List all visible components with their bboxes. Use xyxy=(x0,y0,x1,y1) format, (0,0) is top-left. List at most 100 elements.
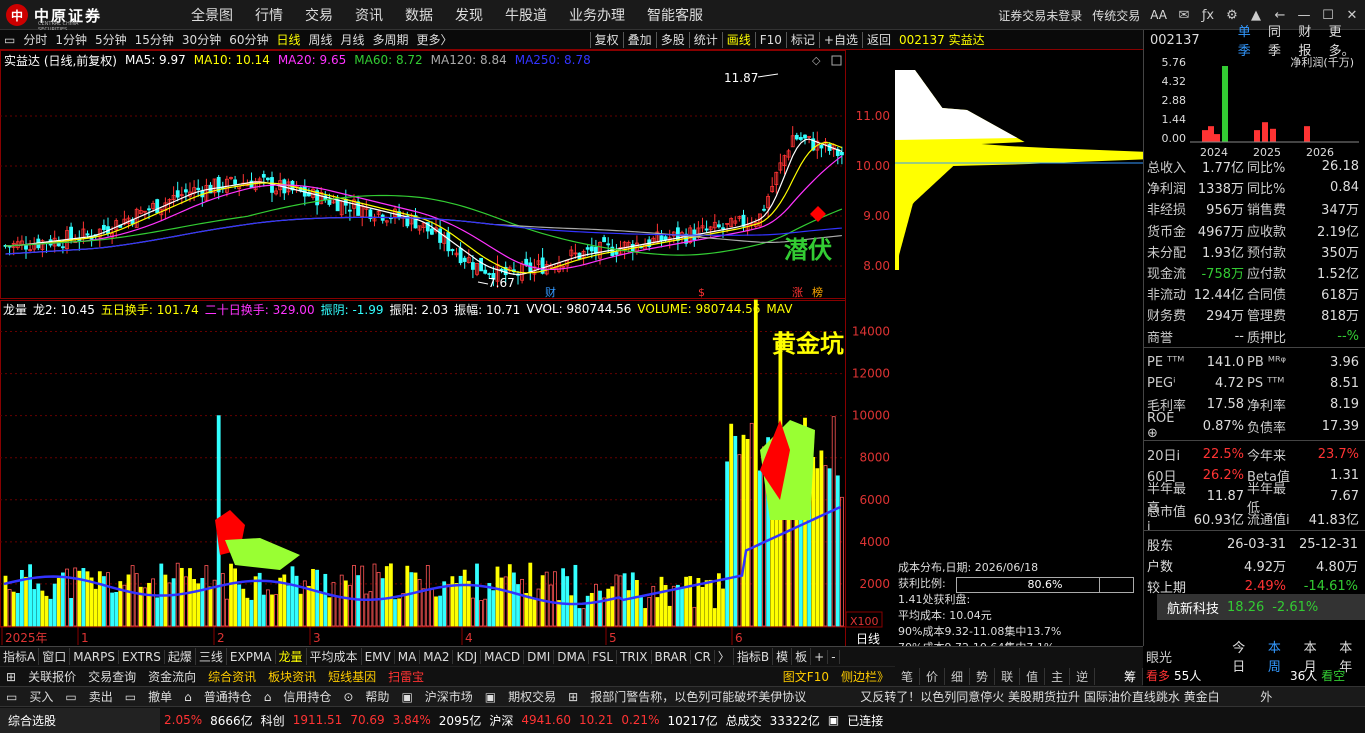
nav-item-3[interactable]: 资讯 xyxy=(344,5,394,25)
skin-icon[interactable]: ▲ xyxy=(1249,8,1263,23)
indicator-tab-2[interactable]: MARPS xyxy=(70,649,119,664)
login-status[interactable]: 证券交易未登录 xyxy=(998,7,1082,24)
indicator-tab-12[interactable]: KDJ xyxy=(453,649,482,664)
tool-2[interactable]: 多股 xyxy=(657,31,689,48)
right-tab-4[interactable]: 联 xyxy=(995,667,1021,685)
period-2[interactable]: 5分钟 xyxy=(91,31,131,48)
trade-item-2[interactable]: 撤单 xyxy=(142,688,178,705)
right-tab-2[interactable]: 细 xyxy=(945,667,971,685)
ticker-icon[interactable]: ⊞ xyxy=(562,690,584,704)
side-tab-0[interactable]: 图文F10 xyxy=(777,668,835,685)
nav-item-4[interactable]: 数据 xyxy=(394,5,444,25)
nav-item-1[interactable]: 行情 xyxy=(244,5,294,25)
trade-mode[interactable]: 传统交易 xyxy=(1092,7,1140,24)
indicator-tab-13[interactable]: MACD xyxy=(481,649,525,664)
indicator-tab-16[interactable]: FSL xyxy=(589,649,618,664)
indicator-tab-9[interactable]: EMV xyxy=(362,649,395,664)
maximize-icon[interactable]: ☐ xyxy=(1321,8,1335,23)
info-tab-0[interactable]: 关联报价 xyxy=(22,668,82,685)
indicator-tab-23[interactable]: 板 xyxy=(792,648,812,665)
tool-1[interactable]: 叠加 xyxy=(624,31,656,48)
indicator-tab-21[interactable]: 指标B xyxy=(734,648,774,665)
close-icon[interactable]: ✕ xyxy=(1345,8,1359,23)
info-tab-3[interactable]: 综合资讯 xyxy=(202,668,262,685)
indicator-tab-20[interactable]: 〉 xyxy=(715,648,734,665)
right-tab-0[interactable]: 笔 xyxy=(895,667,921,685)
period-6[interactable]: 日线 xyxy=(272,31,304,48)
indicator-tab-4[interactable]: 起爆 xyxy=(165,648,196,665)
trade-item-5[interactable]: 帮助 xyxy=(359,688,395,705)
tool-5[interactable]: F10 xyxy=(756,33,786,47)
news-ticker-2[interactable]: 又反转了！以色列同意停火 美股期货拉升 国际油价直线跳水 黄金白 xyxy=(854,688,1254,705)
trade-item-7[interactable]: 期权交易 xyxy=(502,688,562,705)
indicator-tab-19[interactable]: CR xyxy=(691,649,715,664)
tool-3[interactable]: 统计 xyxy=(690,31,722,48)
tool-8[interactable]: 返回 xyxy=(863,31,895,48)
indicator-tab-18[interactable]: BRAR xyxy=(652,649,692,664)
right-tab-1[interactable]: 价 xyxy=(920,667,946,685)
nav-item-8[interactable]: 智能客服 xyxy=(636,5,714,25)
indicator-tab-5[interactable]: 三线 xyxy=(196,648,227,665)
period-7[interactable]: 周线 xyxy=(305,31,337,48)
tool-6[interactable]: 标记 xyxy=(787,31,819,48)
quote-popup[interactable]: 航新科技 18.26 -2.61% xyxy=(1157,594,1365,620)
indicator-tab-8[interactable]: 平均成本 xyxy=(307,648,362,665)
trade-item-1[interactable]: 卖出 xyxy=(83,688,119,705)
tool-7[interactable]: +自选 xyxy=(820,31,862,48)
nav-item-0[interactable]: 全景图 xyxy=(180,5,244,25)
kline-chart[interactable]: 11.0010.009.008.001400012000100008000600… xyxy=(0,50,895,646)
trade-item-0[interactable]: 买入 xyxy=(23,688,59,705)
info-tab-1[interactable]: 交易查询 xyxy=(82,668,142,685)
right-tab-5[interactable]: 值 xyxy=(1020,667,1046,685)
period-10[interactable]: 更多〉 xyxy=(413,31,457,48)
trade-item-6[interactable]: 沪深市场 xyxy=(419,688,479,705)
indicator-tab-1[interactable]: 窗口 xyxy=(39,648,71,665)
nav-item-6[interactable]: 牛股道 xyxy=(494,5,558,25)
period-3[interactable]: 15分钟 xyxy=(131,31,178,48)
info-tab-6[interactable]: 扫雷宝 xyxy=(382,668,430,685)
period-5[interactable]: 60分钟 xyxy=(225,31,272,48)
stock-picker-tab[interactable]: 综合选股 xyxy=(0,707,160,733)
trade-item-4[interactable]: 信用持仓 xyxy=(277,688,337,705)
nav-item-5[interactable]: 发现 xyxy=(444,5,494,25)
indicator-tab-17[interactable]: TRIX xyxy=(617,649,652,664)
message-icon[interactable]: ✉ xyxy=(1177,8,1191,23)
indicator-tab-22[interactable]: 模 xyxy=(773,648,793,665)
indicator-tab-14[interactable]: DMI xyxy=(524,649,555,664)
period-1[interactable]: 1分钟 xyxy=(51,31,91,48)
right-tab-3[interactable]: 势 xyxy=(970,667,996,685)
indicator-tab-6[interactable]: EXPMA xyxy=(227,649,276,664)
right-tab-6[interactable]: 主 xyxy=(1045,667,1071,685)
trade-item-3[interactable]: 普通持仓 xyxy=(198,688,258,705)
news-ticker-1[interactable]: 报部门警告称，以色列可能破坏美伊协议 xyxy=(584,688,854,705)
minimize-icon[interactable]: — xyxy=(1297,8,1311,23)
font-size-button[interactable]: AA xyxy=(1150,8,1167,22)
indicator-tab-7[interactable]: 龙量 xyxy=(276,648,307,665)
indicator-tab-0[interactable]: 指标A xyxy=(0,648,40,665)
info-tab-2[interactable]: 资金流向 xyxy=(142,668,202,685)
side-tab-1[interactable]: 侧边栏》 xyxy=(835,668,895,685)
chip-tab[interactable]: 筹 xyxy=(1118,667,1143,685)
indicator-tab-25[interactable]: - xyxy=(828,649,840,664)
tool-0[interactable]: 复权 xyxy=(591,31,623,48)
indicator-tab-10[interactable]: MA xyxy=(395,649,421,664)
indicator-tab-24[interactable]: + xyxy=(811,649,829,664)
indicator-tab-3[interactable]: EXTRS xyxy=(119,649,165,664)
indicator-tab-15[interactable]: DMA xyxy=(554,649,590,664)
nav-item-7[interactable]: 业务办理 xyxy=(558,5,636,25)
nav-item-2[interactable]: 交易 xyxy=(294,5,344,25)
period-9[interactable]: 多周期 xyxy=(369,31,413,48)
settings-icon[interactable]: ⚙ xyxy=(1225,8,1239,23)
expand-icon[interactable]: ⊞ xyxy=(0,670,22,684)
formula-icon[interactable]: ƒx xyxy=(1201,8,1215,23)
panel-toggle-icon[interactable]: ▭ xyxy=(0,33,19,47)
period-4[interactable]: 30分钟 xyxy=(178,31,225,48)
tool-4[interactable]: 画线 xyxy=(723,31,755,48)
indicator-tab-11[interactable]: MA2 xyxy=(420,649,454,664)
right-tab-7[interactable]: 逆 xyxy=(1070,667,1096,685)
info-tab-5[interactable]: 短线基因 xyxy=(322,668,382,685)
back-icon[interactable]: ← xyxy=(1273,8,1287,23)
period-8[interactable]: 月线 xyxy=(337,31,369,48)
info-tab-4[interactable]: 板块资讯 xyxy=(262,668,322,685)
period-0[interactable]: 分时 xyxy=(19,31,51,48)
